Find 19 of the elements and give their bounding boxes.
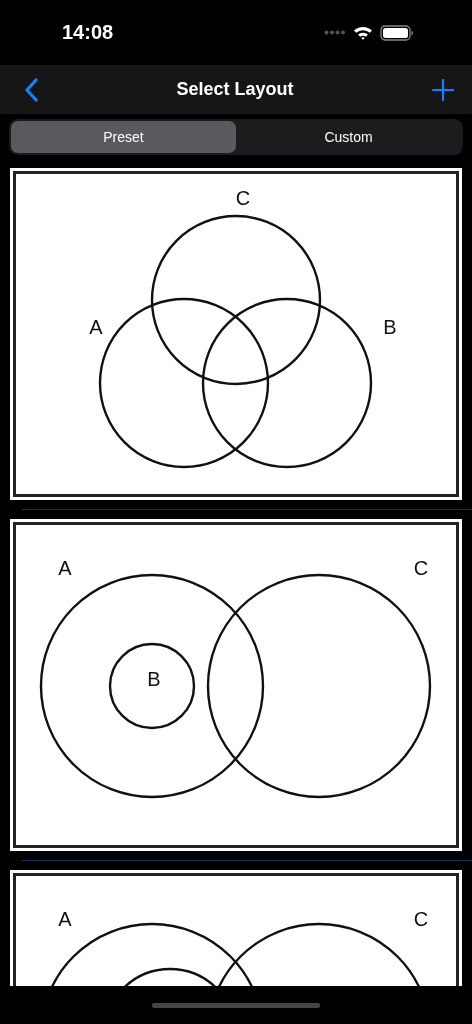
set-label: C <box>413 557 429 579</box>
set-label: B <box>147 668 161 690</box>
segment-tab[interactable]: Preset <box>11 121 236 153</box>
venn-diagram-card[interactable]: A C <box>9 869 463 986</box>
set-label: C <box>235 187 251 209</box>
screen-title: Select Layout <box>176 79 294 100</box>
set-label: B <box>383 316 397 338</box>
signal-dots-icon <box>324 30 346 35</box>
add-button[interactable] <box>430 76 456 103</box>
battery-icon <box>380 24 414 41</box>
set-label: A <box>58 557 72 579</box>
set-label: A <box>58 908 72 930</box>
set-label: A <box>89 316 103 338</box>
venn-diagram-card[interactable]: C A B <box>9 167 463 501</box>
segment-tab[interactable]: Custom <box>236 121 461 153</box>
set-label: C <box>413 908 429 930</box>
status-time: 14:08 <box>62 21 114 44</box>
wifi-icon <box>353 25 373 40</box>
venn-diagram-card[interactable]: A C B <box>9 518 463 852</box>
